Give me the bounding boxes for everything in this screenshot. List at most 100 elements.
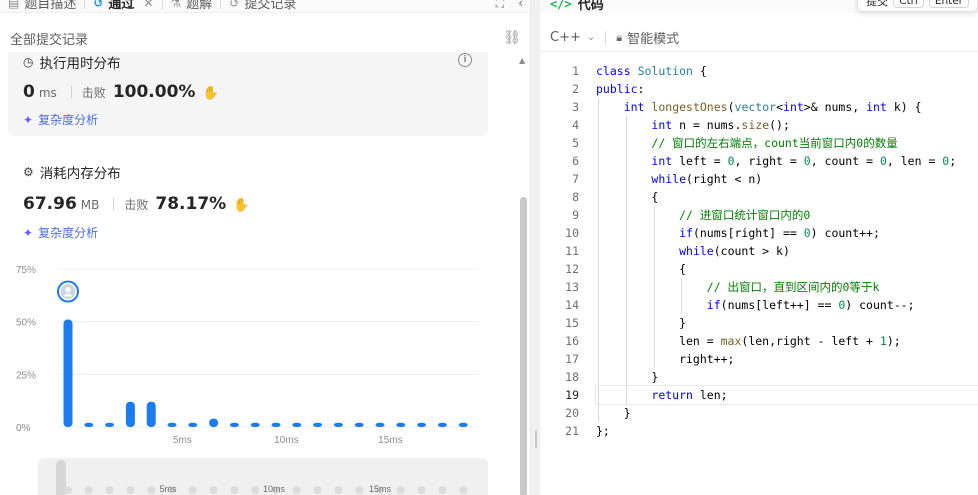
code-line[interactable]: 8 { [540, 188, 978, 206]
minimap-bar [105, 486, 114, 494]
code-line[interactable]: 20 } [540, 404, 978, 422]
link-icon[interactable]: ⛓ [503, 30, 521, 46]
minimap-bar [230, 486, 239, 494]
runtime-analysis-label: 复杂度分析 [38, 113, 99, 127]
all-submissions-link[interactable]: 全部提交记录 [10, 29, 88, 48]
code-panel-title: 代码 [577, 0, 604, 13]
avatar-head [65, 286, 71, 293]
code-line[interactable]: 12 { [540, 260, 978, 278]
memory-unit: MB [80, 198, 100, 212]
code-line[interactable]: 16 len = max(len,right - left + 1); [540, 332, 978, 350]
tab-solutions[interactable]: ⚗ 题解 [163, 0, 221, 13]
chart-bar [188, 422, 198, 427]
minimap-bar [355, 486, 364, 494]
code-line[interactable]: 3 int longestOnes(vector<int>& nums, int… [540, 98, 978, 116]
code-text: { [596, 190, 659, 204]
code-text: // 出窗口，直到区间内的0等于k [706, 280, 880, 294]
code-line[interactable]: 9 // 进窗口统计窗口内的0 [540, 206, 978, 224]
line-number: 20 [565, 406, 579, 420]
splitter-grip[interactable] [535, 430, 537, 448]
smart-mode-toggle[interactable]: 🔒︎ 智能模式 [616, 28, 679, 48]
chart-bar [125, 401, 135, 427]
chart-bar [250, 422, 260, 427]
code-line[interactable]: 14 if(nums[left++] == 0) count--; [540, 296, 978, 314]
submit-label: 提交 [866, 0, 889, 8]
x-tick-label: 15ms [378, 435, 402, 446]
chip-icon: ⚙ [23, 165, 34, 179]
scrollbar-thumb[interactable] [520, 197, 527, 495]
chart-range-minimap[interactable]: 5ms 10ms 15ms [38, 458, 488, 495]
code-line[interactable]: 4 int n = nums.size(); [540, 116, 978, 134]
chart-bar [167, 422, 177, 427]
line-number: 3 [572, 100, 579, 114]
clock-icon: ◷ [23, 55, 34, 69]
code-text: } [596, 316, 687, 330]
code-line[interactable]: 5 // 窗口的左右端点，count当前窗口内0的数量 [540, 134, 978, 152]
memory-beats-value: 78.17% [155, 194, 227, 214]
chart-bar [396, 422, 406, 427]
memory-title: ⚙ 消耗内存分布 [23, 162, 121, 182]
memory-stat: 67.96 MB 击败 78.17% ✋ [23, 194, 249, 214]
line-number: 10 [565, 226, 579, 240]
code-line[interactable]: 11 while(count > k) [540, 242, 978, 260]
chevron-left-icon[interactable]: ‹ [518, 0, 523, 10]
code-panel: </> 代码 提交 Ctrl Enter C++ ⌄ 🔒︎ 智能模式 1 clas… [540, 0, 978, 495]
code-text: }; [596, 424, 610, 438]
code-text: int left = 0, right = 0, count = 0, len … [651, 154, 957, 168]
minimap-bar [459, 486, 468, 494]
tab-solutions-label: 题解 [186, 0, 213, 12]
tab-accepted[interactable]: ↺ 通过 ✕ [85, 0, 161, 13]
code-line[interactable]: 2 public: [540, 80, 978, 98]
code-line[interactable]: 19 return len; [540, 385, 978, 405]
tab-submissions[interactable]: ↺ 提交记录 [221, 0, 304, 13]
runtime-complexity-analysis[interactable]: ✦ 复杂度分析 [23, 111, 98, 128]
code-line[interactable]: 6 int left = 0, right = 0, count = 0, le… [540, 152, 978, 170]
code-line[interactable]: 21}; [540, 422, 978, 440]
chart-bar [458, 422, 468, 427]
enter-key: Enter [928, 0, 969, 8]
close-icon[interactable]: ✕ [143, 0, 153, 10]
code-text: int n = nums.size(); [651, 118, 790, 132]
code-text: { [596, 262, 687, 276]
memory-value: 67.96 [23, 194, 77, 214]
submit-shortcut-tooltip: 提交 Ctrl Enter [857, 0, 978, 12]
line-number: 12 [565, 262, 579, 276]
tab-accepted-label: 通过 [108, 0, 135, 12]
info-icon[interactable]: i [458, 53, 472, 67]
submissions-header: 全部提交记录 ⛓ [0, 24, 530, 52]
chart-bar [209, 418, 219, 427]
memory-title-text: 消耗内存分布 [39, 166, 121, 182]
memory-complexity-analysis[interactable]: ✦ 复杂度分析 [23, 224, 98, 241]
language-select[interactable]: C++ ⌄ [550, 30, 595, 45]
scroll-up-icon[interactable]: ▲ [519, 56, 525, 65]
line-number: 18 [565, 370, 579, 384]
code-line[interactable]: 15 } [540, 314, 978, 332]
panel-splitter[interactable] [532, 0, 540, 495]
minimap-bar [64, 486, 72, 494]
history-icon: ↺ [93, 0, 104, 10]
tab-description[interactable]: ▤ 题目描述 [0, 0, 84, 13]
memory-distribution-chart: 75% 50% 25% 0% 5ms 10ms 15ms [16, 265, 478, 446]
code-text: if(nums[right] == 0) count++; [679, 226, 880, 240]
code-line[interactable]: 13 // 出窗口，直到区间内的0等于k [540, 278, 978, 296]
code-line[interactable]: 1 class Solution { [540, 62, 978, 80]
left-tabbar: ▤ 题目描述 ↺ 通过 ✕ ⚗ 题解 ↺ 提交记录 ⛶ ‹ [0, 0, 530, 13]
chart-bar [313, 422, 323, 427]
code-line[interactable]: 17 right++; [540, 350, 978, 368]
minimap-bar [313, 486, 322, 494]
runtime-value: 0 [23, 82, 35, 102]
lock-icon: 🔒︎ [616, 30, 623, 44]
code-text: class Solution { [596, 64, 707, 78]
code-line[interactable]: 18 } [540, 368, 978, 386]
code-line[interactable]: 7 while(right < n) [540, 170, 978, 188]
memory-beats-label: 击败 [124, 198, 149, 212]
editor-toolbar: C++ ⌄ 🔒︎ 智能模式 [540, 24, 978, 52]
code-line[interactable]: 10 if(nums[right] == 0) count++; [540, 224, 978, 242]
maximize-icon[interactable]: ⛶ [496, 0, 504, 11]
code-editor[interactable]: 1 class Solution {2 public: 3 int longestOn… [540, 62, 978, 495]
code-text: int longestOnes(vector<int>& nums, int k… [623, 100, 922, 114]
left-scrollbar[interactable]: ▲ [518, 52, 528, 495]
minimap-bar [84, 486, 93, 494]
code-text: return len; [595, 385, 978, 405]
line-number: 9 [572, 208, 579, 222]
